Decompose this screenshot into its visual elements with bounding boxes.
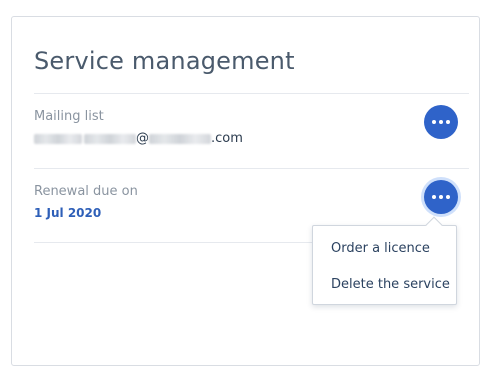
redacted-text [84, 133, 136, 144]
panel-title: Service management [34, 47, 295, 75]
mailing-list-label: Mailing list [34, 109, 104, 124]
email-domain-suffix: .com [211, 131, 243, 146]
service-management-panel: Service management Mailing list @ .com R… [11, 16, 480, 366]
email-at-sign: @ [136, 131, 149, 146]
renewal-actions-button[interactable] [424, 180, 458, 214]
redacted-text [34, 133, 82, 144]
dropdown-caret [425, 216, 443, 234]
mailing-list-actions-button[interactable] [424, 105, 458, 139]
mailing-list-value: @ .com [34, 131, 243, 146]
more-horizontal-icon [432, 195, 450, 199]
renewal-label: Renewal due on [34, 184, 138, 199]
actions-dropdown-menu: Order a licence Delete the service [312, 216, 457, 305]
divider [34, 93, 469, 94]
divider [34, 168, 469, 169]
renewal-date: 1 Jul 2020 [34, 206, 102, 220]
more-horizontal-icon [432, 120, 450, 124]
divider [34, 242, 314, 243]
redacted-text [149, 133, 211, 144]
menu-item-order-licence[interactable]: Order a licence [331, 241, 430, 256]
menu-item-delete-service[interactable]: Delete the service [331, 277, 450, 292]
